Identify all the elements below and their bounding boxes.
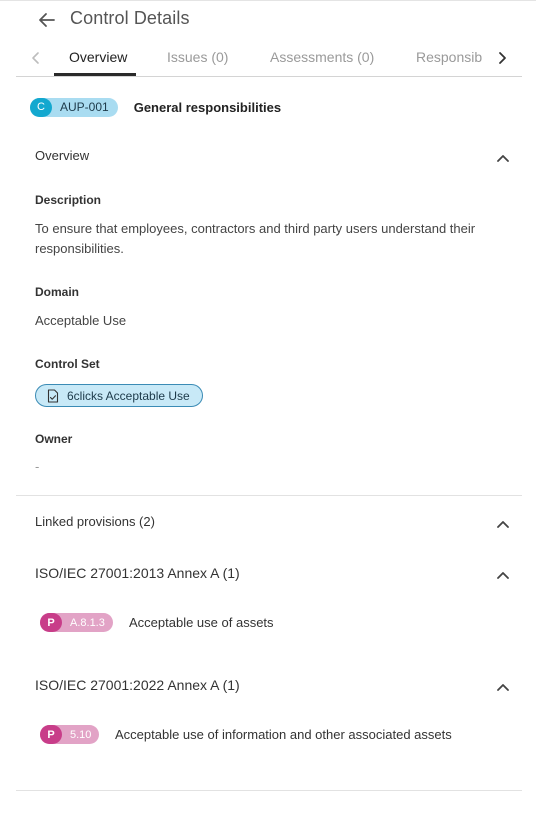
control-code: AUP-001 (60, 100, 109, 114)
description-value-line2: responsibilities. (35, 241, 124, 256)
overview-section-title: Overview (35, 148, 90, 163)
control-name: General responsibilities (133, 99, 282, 115)
chevron-right-icon (499, 52, 506, 64)
owner-value: - (35, 459, 40, 474)
provision-code: 5.10 (70, 728, 92, 741)
domain-label: Domain (35, 285, 80, 299)
linked-provisions-collapse-button[interactable] (496, 516, 510, 528)
header: Control Details (0, 0, 536, 40)
provision-text[interactable]: Acceptable use of information and other … (115, 727, 452, 742)
arrow-left-icon (39, 13, 55, 27)
section-divider (16, 790, 522, 791)
chevron-up-icon (497, 155, 509, 162)
tab-scroll-right-button[interactable] (492, 48, 512, 68)
provision-group-collapse-button[interactable] (496, 567, 510, 579)
tab-responsibilities[interactable]: Responsib (416, 49, 482, 65)
description-label: Description (35, 193, 102, 207)
provision-badge[interactable]: P A.8.1.3 (40, 613, 113, 632)
page-title: Control Details (70, 8, 190, 28)
tab-issues[interactable]: Issues (0) (167, 49, 228, 65)
control-set-label: Control Set (35, 357, 100, 371)
provision-group-title: ISO/IEC 27001:2022 Annex A (1) (35, 677, 240, 693)
control-set-value: 6clicks Acceptable Use (67, 388, 190, 403)
control-set-chip[interactable]: 6clicks Acceptable Use (35, 384, 203, 407)
chevron-up-icon (497, 684, 509, 691)
tab-bar: Overview Issues (0) Assessments (0) Resp… (16, 40, 522, 77)
section-divider (16, 495, 522, 496)
tab-scroll-left-button[interactable] (26, 48, 46, 68)
linked-provisions-title: Linked provisions (2) (35, 514, 155, 529)
provision-type-letter: P (40, 725, 62, 744)
tab-assessments[interactable]: Assessments (0) (270, 49, 374, 65)
provision-group-title: ISO/IEC 27001:2013 Annex A (1) (35, 565, 240, 581)
provision-type-letter: P (40, 613, 62, 632)
control-id-badge: C AUP-001 (30, 97, 118, 117)
active-tab-indicator (54, 73, 136, 76)
domain-value: Acceptable Use (35, 313, 127, 328)
overview-collapse-button[interactable] (496, 150, 510, 162)
back-button[interactable] (36, 9, 58, 31)
owner-label: Owner (35, 432, 73, 446)
tab-overview[interactable]: Overview (69, 49, 127, 65)
control-header: C AUP-001 General responsibilities (30, 97, 281, 117)
provision-badge[interactable]: P 5.10 (40, 725, 100, 744)
provision-code: A.8.1.3 (70, 616, 105, 629)
control-type-letter: C (30, 97, 52, 117)
chevron-left-icon (32, 52, 39, 64)
provision-text[interactable]: Acceptable use of assets (129, 615, 274, 630)
provision-group-collapse-button[interactable] (496, 679, 510, 691)
document-check-icon (47, 388, 59, 403)
chevron-up-icon (497, 572, 509, 579)
description-value-line1: To ensure that employees, contractors an… (35, 221, 476, 236)
chevron-up-icon (497, 521, 509, 528)
tab-overflow-clip: Responsib (416, 40, 488, 76)
